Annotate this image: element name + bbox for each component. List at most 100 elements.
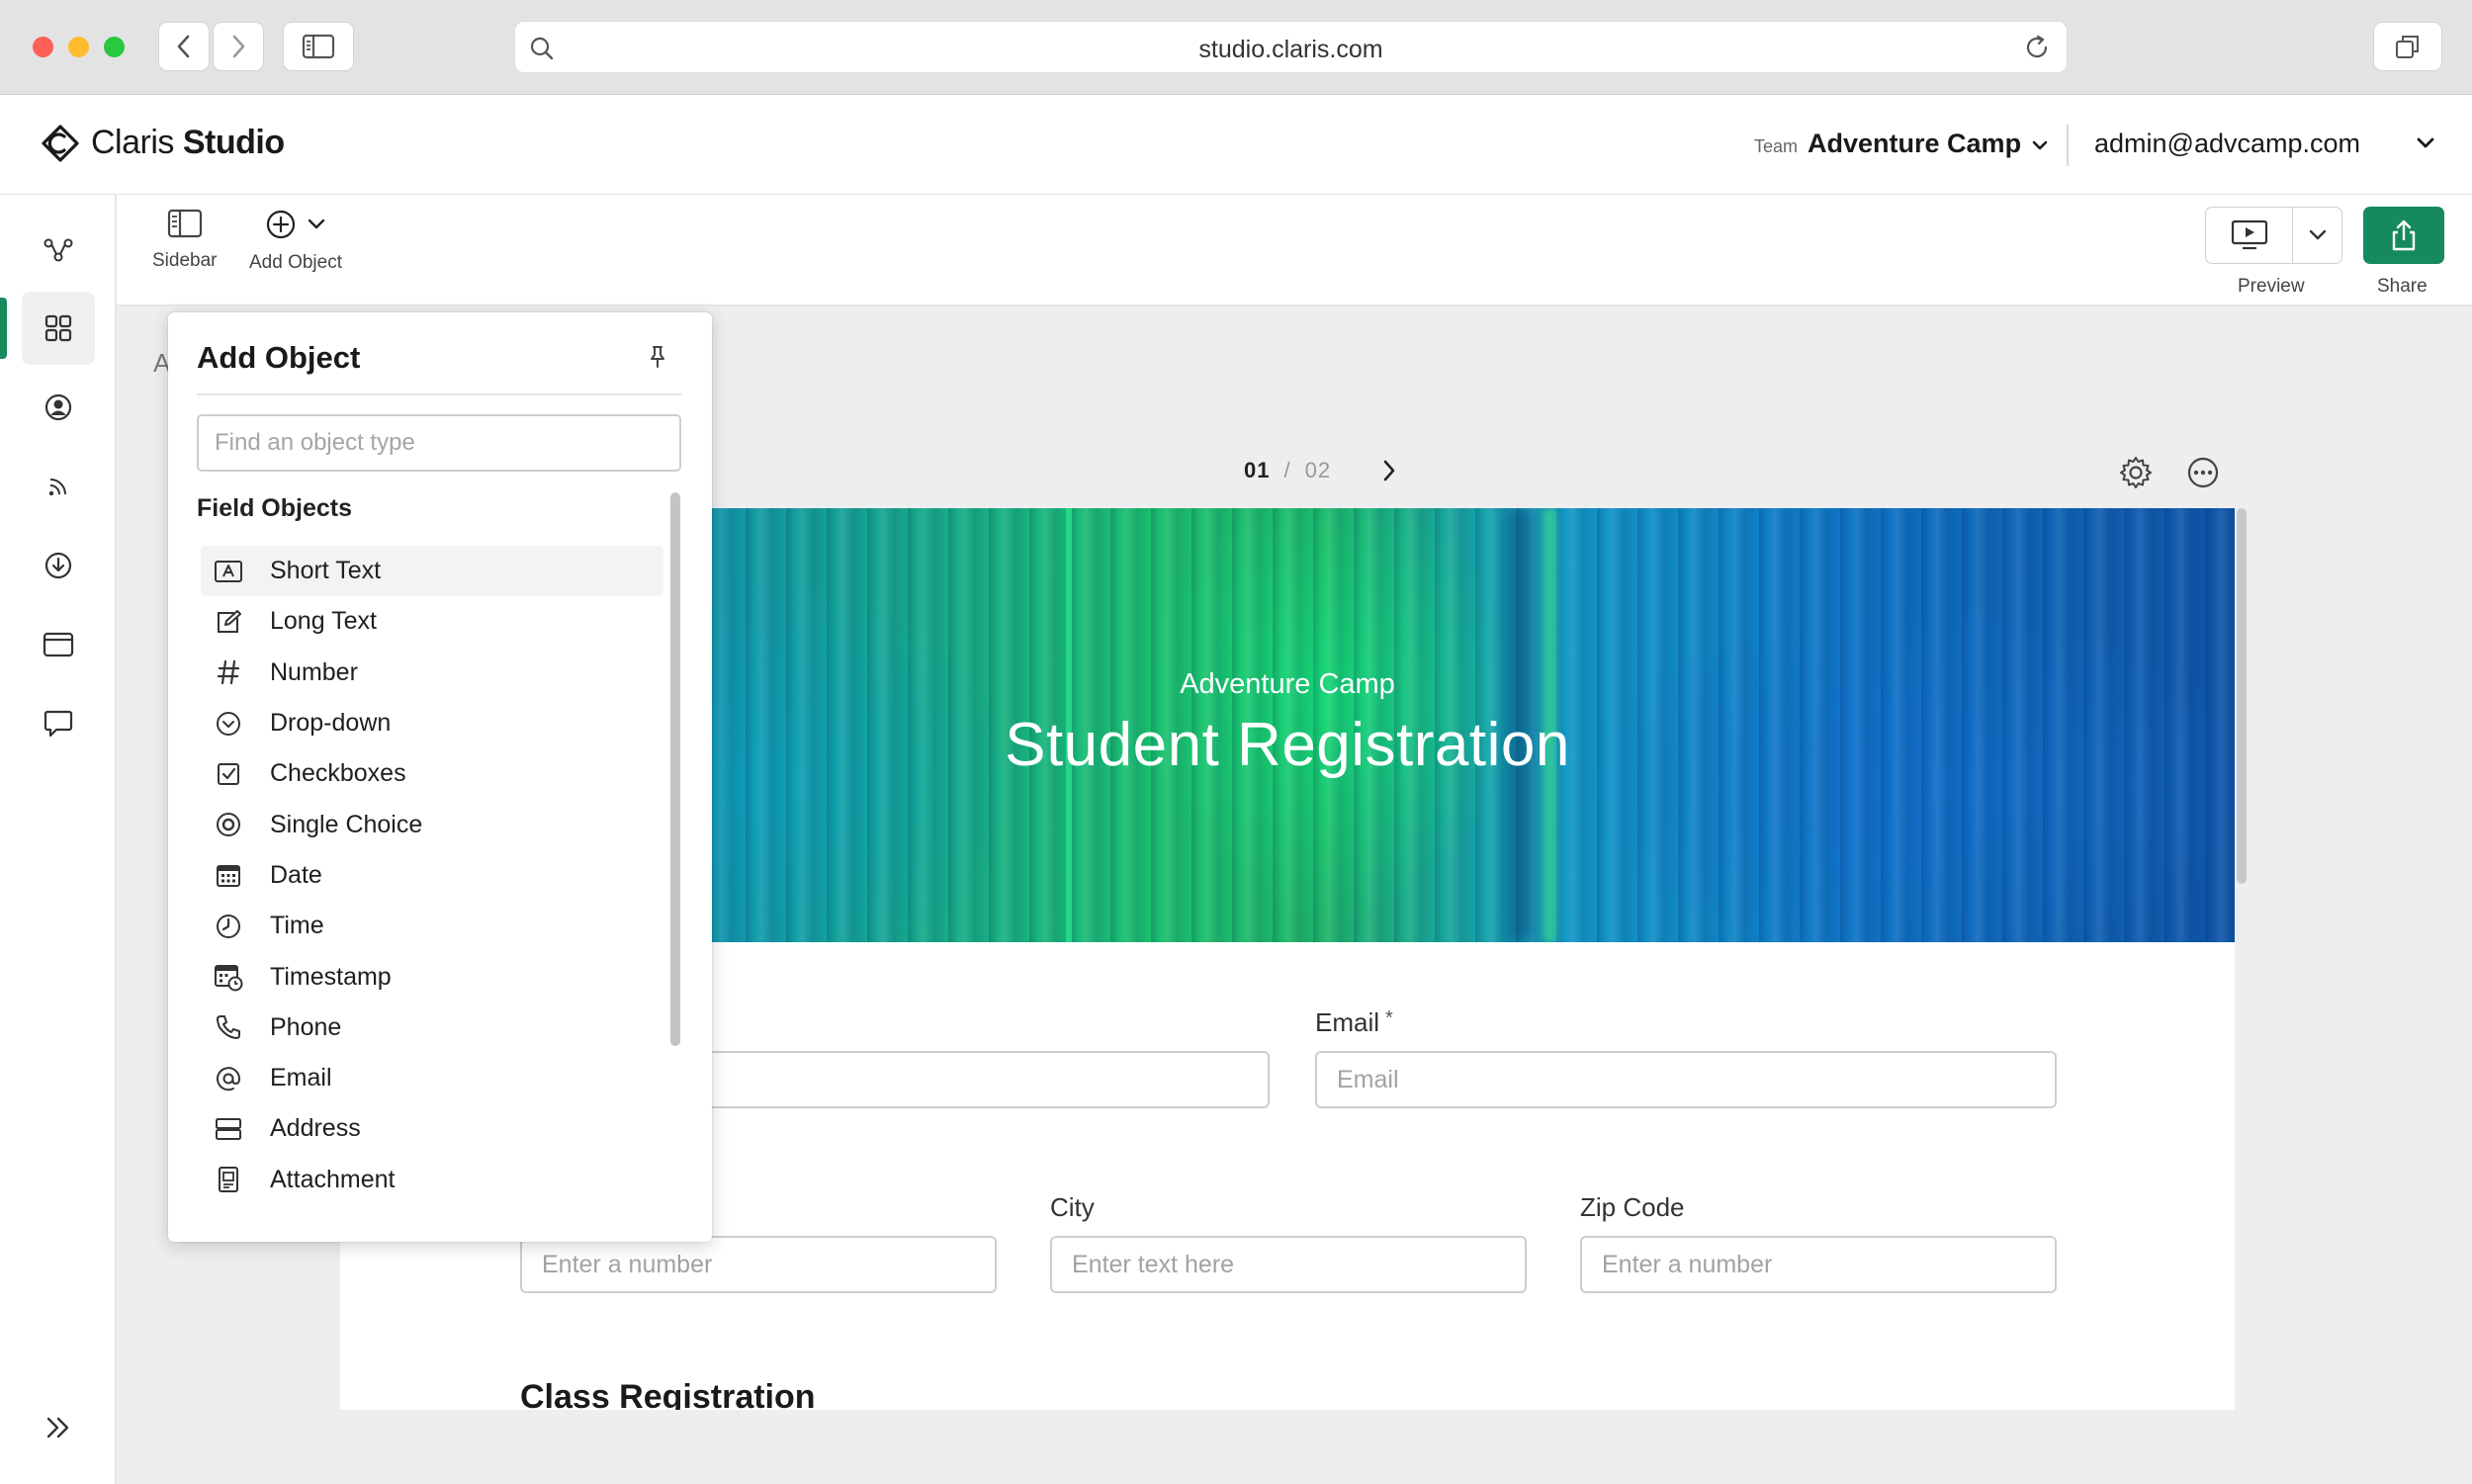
dropdown-icon <box>217 711 240 736</box>
clock-icon <box>217 914 240 938</box>
team-switcher[interactable]: Team Adventure Camp <box>1754 129 2049 159</box>
preview-button[interactable] <box>2206 208 2293 263</box>
flow-icon <box>44 238 73 262</box>
canvas-scrollbar[interactable] <box>2237 508 2247 884</box>
object-list: Short Text Long Text Number Drop-down Ch… <box>201 546 663 1205</box>
timestamp-icon <box>215 965 243 992</box>
active-indicator <box>0 298 7 359</box>
add-object-toolbar-button[interactable]: Add Object <box>249 209 342 274</box>
email-field[interactable] <box>1315 1051 2057 1108</box>
chevron-left-icon <box>177 35 190 58</box>
object-item-long-text[interactable]: Long Text <box>201 596 663 647</box>
settings-gear-icon[interactable] <box>2118 455 2154 490</box>
forward-button[interactable] <box>213 22 264 71</box>
url-text: studio.claris.com <box>1198 36 1383 63</box>
number-icon <box>217 660 240 685</box>
city-label: City <box>1050 1192 1095 1222</box>
panel-title: Add Object <box>197 340 361 375</box>
claris-logo[interactable]: Claris Studio <box>42 124 285 162</box>
page-separator: / <box>1283 458 1291 482</box>
team-name: Adventure Camp <box>1808 129 2022 158</box>
play-screen-icon <box>2231 219 2267 250</box>
object-label: Drop-down <box>270 709 392 738</box>
object-item-address[interactable]: Address <box>201 1103 663 1154</box>
rail-item-window[interactable] <box>22 608 95 681</box>
double-chevron-right-icon <box>46 1417 69 1439</box>
pin-icon[interactable] <box>647 344 668 370</box>
object-item-time[interactable]: Time <box>201 901 663 951</box>
rail-item-users[interactable] <box>22 371 95 444</box>
object-label: Date <box>270 860 322 889</box>
field-objects-heading: Field Objects <box>197 494 352 522</box>
object-item-attachment[interactable]: Attachment <box>201 1155 663 1205</box>
expand-rail-button[interactable] <box>22 1391 95 1464</box>
chat-icon <box>44 710 73 738</box>
address-bar[interactable]: studio.claris.com <box>514 21 2068 73</box>
browser-toolbar: studio.claris.com <box>0 0 2472 95</box>
rail-item-feeds[interactable] <box>22 450 95 523</box>
rail-item-layouts[interactable] <box>22 292 95 365</box>
checkbox-icon <box>218 762 239 785</box>
claris-logo-icon <box>42 124 79 162</box>
share-button[interactable] <box>2363 207 2444 264</box>
current-page: 01 <box>1244 458 1271 482</box>
object-item-short-text[interactable]: Short Text <box>201 546 663 597</box>
next-page-icon[interactable] <box>1380 458 1398 483</box>
email-label-text: Email <box>1315 1007 1380 1037</box>
object-item-timestamp[interactable]: Timestamp <box>201 951 663 1002</box>
address-icon <box>216 1117 241 1140</box>
tab-overview-button[interactable] <box>2373 22 2442 71</box>
object-item-number[interactable]: Number <box>201 648 663 698</box>
object-item-date[interactable]: Date <box>201 850 663 901</box>
object-item-single-choice[interactable]: Single Choice <box>201 799 663 849</box>
share-icon <box>2392 219 2416 251</box>
window-icon <box>43 632 74 657</box>
minimize-window-button[interactable] <box>68 37 89 57</box>
rail-item-flow[interactable] <box>22 213 95 286</box>
zip-code-field[interactable] <box>1580 1236 2057 1293</box>
sidebar-toggle-button[interactable] <box>283 22 354 71</box>
object-label: Phone <box>270 1012 342 1041</box>
attachment-icon <box>219 1167 238 1193</box>
section-title: Class Registration <box>520 1378 816 1410</box>
close-window-button[interactable] <box>33 37 53 57</box>
total-pages: 02 <box>1304 458 1332 482</box>
calendar-icon <box>217 865 240 888</box>
object-item-checkboxes[interactable]: Checkboxes <box>201 748 663 799</box>
radio-icon <box>217 813 240 837</box>
reload-icon[interactable] <box>2023 34 2051 61</box>
short-text-icon <box>215 560 242 582</box>
tabs-icon <box>2396 36 2419 58</box>
account-menu-chevron-icon[interactable] <box>2415 134 2436 152</box>
panel-divider <box>197 393 681 395</box>
preview-button-group <box>2205 207 2342 264</box>
panel-scrollbar[interactable] <box>670 492 680 1046</box>
chevron-right-icon <box>232 35 245 58</box>
email-label: Email * <box>1315 1007 1393 1038</box>
share-label: Share <box>2377 276 2428 297</box>
object-search-input[interactable] <box>197 414 681 472</box>
rail-item-chat[interactable] <box>22 687 95 760</box>
sidebar-toolbar-label: Sidebar <box>152 250 218 271</box>
object-item-email[interactable]: Email <box>201 1053 663 1103</box>
object-item-drop-down[interactable]: Drop-down <box>201 698 663 748</box>
back-button[interactable] <box>158 22 210 71</box>
user-email[interactable]: admin@advcamp.com <box>2094 129 2360 159</box>
sidebar-toolbar-button[interactable]: Sidebar <box>152 209 218 272</box>
preview-options-button[interactable] <box>2293 208 2341 263</box>
at-icon <box>217 1066 241 1091</box>
layouts-icon <box>44 314 72 342</box>
logo-name: Claris <box>91 124 174 161</box>
more-options-icon[interactable] <box>2185 455 2221 490</box>
number-field[interactable] <box>520 1236 997 1293</box>
sidebar-panel-icon <box>167 209 202 238</box>
plus-circle-icon <box>266 210 296 239</box>
add-object-toolbar-label: Add Object <box>249 252 342 273</box>
zoom-window-button[interactable] <box>104 37 125 57</box>
rail-item-import[interactable] <box>22 529 95 602</box>
object-item-phone[interactable]: Phone <box>201 1003 663 1053</box>
object-label: Timestamp <box>270 962 392 991</box>
name-field[interactable] <box>659 1051 1270 1108</box>
city-field[interactable] <box>1050 1236 1527 1293</box>
app-header: Claris Studio Team Adventure Camp admin@… <box>0 95 2472 195</box>
